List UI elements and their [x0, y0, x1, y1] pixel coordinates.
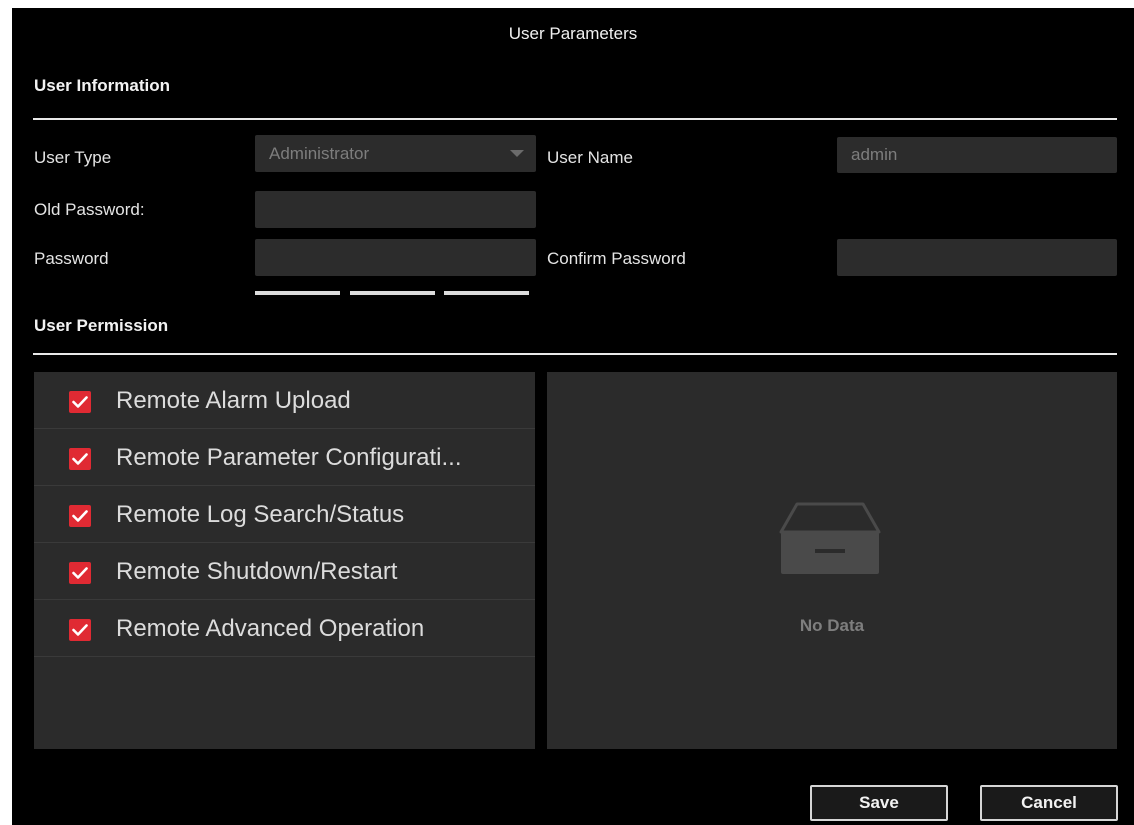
permission-item-remote-log-search-status[interactable]: Remote Log Search/Status — [34, 486, 535, 543]
permission-list: Remote Alarm Upload Remote Parameter Con… — [34, 372, 535, 749]
confirm-password-field[interactable] — [837, 239, 1117, 276]
checkbox-checked[interactable] — [69, 448, 91, 470]
permission-item-remote-alarm-upload[interactable]: Remote Alarm Upload — [34, 372, 535, 429]
permission-label: Remote Parameter Configurati... — [116, 444, 462, 471]
user-name-field[interactable]: admin — [837, 137, 1117, 173]
user-name-value: admin — [851, 145, 898, 164]
permission-item-remote-shutdown-restart[interactable]: Remote Shutdown/Restart — [34, 543, 535, 600]
no-data-text: No Data — [799, 616, 865, 635]
permission-label: Remote Alarm Upload — [116, 387, 351, 414]
permission-label: Remote Shutdown/Restart — [116, 558, 398, 585]
permission-detail-panel: No Data — [547, 372, 1117, 749]
dialog-title: User Parameters — [508, 24, 638, 43]
old-password-field[interactable] — [255, 191, 536, 228]
save-button[interactable]: Save — [810, 785, 948, 821]
user-information-heading: User Information — [34, 76, 171, 95]
checkbox-checked[interactable] — [69, 619, 91, 641]
confirm-password-label: Confirm Password — [547, 249, 686, 268]
empty-box-icon — [779, 502, 881, 574]
permission-item-remote-parameter-configuration[interactable]: Remote Parameter Configurati... — [34, 429, 535, 486]
user-permission-heading: User Permission — [34, 316, 169, 335]
permission-label: Remote Log Search/Status — [116, 501, 405, 528]
cancel-button[interactable]: Cancel — [980, 785, 1118, 821]
user-information-divider — [33, 118, 1117, 120]
password-strength-segment-2 — [350, 291, 435, 295]
permission-item-remote-advanced-operation[interactable]: Remote Advanced Operation — [34, 600, 535, 657]
user-type-value: Administrator — [269, 144, 370, 163]
checkmark-icon — [72, 567, 88, 579]
checkbox-checked[interactable] — [69, 562, 91, 584]
user-type-select[interactable]: Administrator — [255, 135, 536, 172]
checkmark-icon — [72, 624, 88, 636]
old-password-label: Old Password: — [34, 200, 145, 219]
checkmark-icon — [72, 510, 88, 522]
checkbox-checked[interactable] — [69, 391, 91, 413]
password-label: Password — [34, 249, 109, 268]
checkmark-icon — [72, 396, 88, 408]
user-name-label: User Name — [547, 148, 633, 167]
checkmark-icon — [72, 453, 88, 465]
checkbox-checked[interactable] — [69, 505, 91, 527]
user-parameters-dialog: User Parameters User Information User Ty… — [12, 8, 1134, 825]
user-permission-divider — [33, 353, 1117, 355]
password-strength-segment-1 — [255, 291, 340, 295]
chevron-down-icon — [510, 150, 524, 157]
password-field[interactable] — [255, 239, 536, 276]
user-type-label: User Type — [34, 148, 112, 167]
permission-label: Remote Advanced Operation — [116, 615, 425, 642]
password-strength-segment-3 — [444, 291, 529, 295]
